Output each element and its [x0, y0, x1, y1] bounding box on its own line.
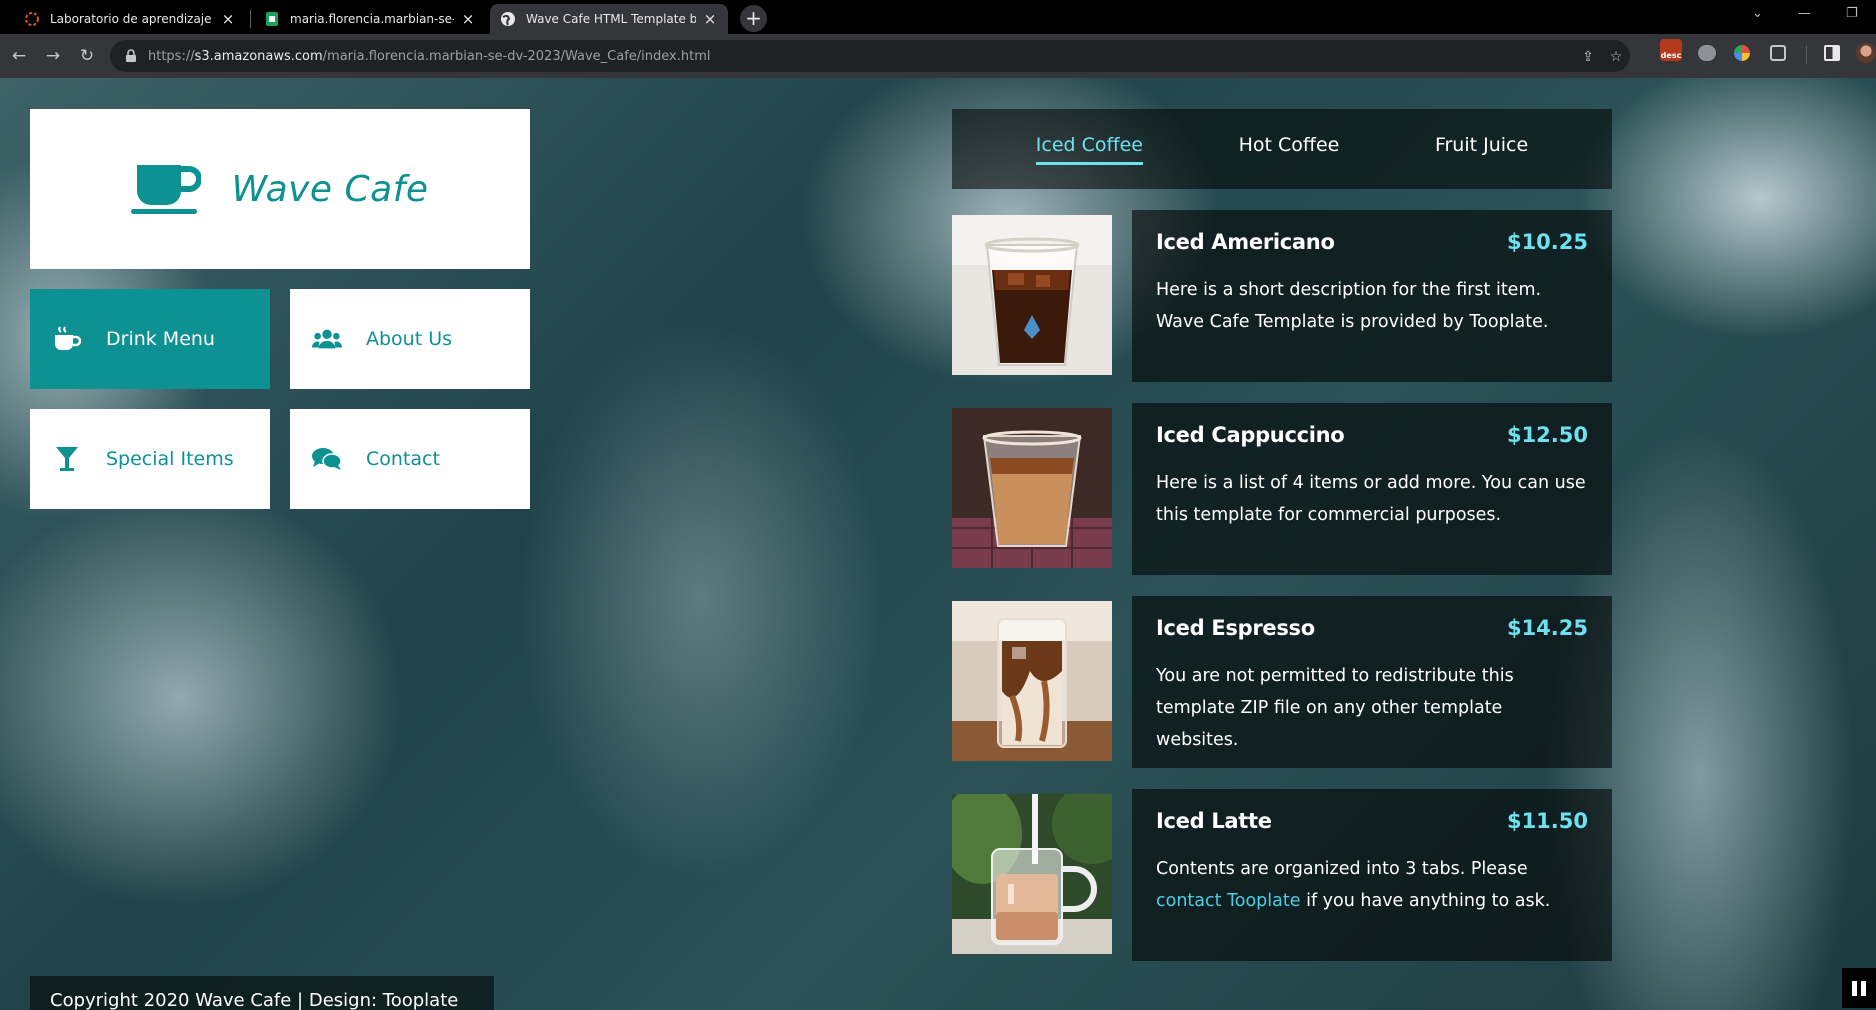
page-viewport: Wave Cafe Drink Menu About Us Special It…: [0, 78, 1876, 1010]
nav-label: Drink Menu: [106, 328, 215, 350]
comments-icon: [312, 446, 342, 472]
nav-label: Contact: [366, 448, 440, 470]
share-icon[interactable]: ⇪: [1580, 49, 1596, 65]
tab-title: Laboratorio de aprendizaje: [50, 12, 212, 26]
site-logo[interactable]: Wave Cafe: [30, 109, 530, 269]
tab-title: maria.florencia.marbian-se-dv-2: [290, 12, 454, 26]
forward-icon[interactable]: →: [42, 45, 64, 67]
users-icon: [312, 326, 342, 352]
logo-title: Wave Cafe: [231, 168, 429, 210]
item-name: Iced Latte: [1156, 809, 1272, 833]
browser-toolbar: ← → ↻ https://s3.amazonaws.com/maria.flo…: [0, 34, 1876, 78]
avatar[interactable]: [1856, 43, 1876, 63]
item-price: $14.25: [1506, 616, 1588, 640]
item-name: Iced Cappuccino: [1156, 423, 1345, 447]
close-icon[interactable]: ×: [460, 11, 476, 27]
extension-desc-icon[interactable]: desc: [1660, 39, 1682, 61]
iced-espresso-image: [952, 601, 1112, 761]
item-description: You are not permitted to redistribute th…: [1156, 666, 1514, 750]
iced-americano-image: [952, 215, 1112, 375]
item-price: $11.50: [1506, 809, 1588, 833]
nav-contact[interactable]: Contact: [290, 409, 530, 509]
globe-icon: [500, 11, 516, 27]
nav-drink-menu[interactable]: Drink Menu: [30, 289, 270, 389]
nav-label: About Us: [366, 328, 453, 350]
extensions-puzzle-icon[interactable]: [1770, 45, 1786, 61]
close-icon[interactable]: ×: [702, 11, 718, 27]
extension-color-icon[interactable]: [1734, 45, 1750, 61]
url-text: https://s3.amazonaws.com/maria.florencia…: [148, 48, 711, 64]
video-pause-button[interactable]: [1842, 968, 1876, 1008]
site-footer: Copyright 2020 Wave Cafe | Design: Toopl…: [30, 976, 494, 1010]
menu-item: Iced Cappuccino $12.50 Here is a list of…: [1132, 403, 1612, 575]
nav-special-items[interactable]: Special Items: [30, 409, 270, 509]
address-bar[interactable]: https://s3.amazonaws.com/maria.florencia…: [110, 40, 1630, 72]
item-description: Contents are organized into 3 tabs. Plea…: [1156, 859, 1551, 911]
lock-icon: [126, 49, 136, 62]
menu-item: Iced Espresso $14.25 You are not permitt…: [1132, 596, 1612, 768]
reload-icon[interactable]: ↻: [76, 45, 98, 67]
restore-icon[interactable]: ❐: [1846, 6, 1858, 21]
spinner-icon: [24, 11, 40, 27]
item-price: $12.50: [1506, 423, 1588, 447]
menu-item: Iced Americano $10.25 Here is a short de…: [1132, 210, 1612, 382]
coffee-cup-icon: [131, 165, 202, 214]
menu-item: Iced Latte $11.50 Contents are organized…: [1132, 789, 1612, 961]
minimize-icon[interactable]: —: [1798, 6, 1811, 21]
tab-title: Wave Cafe HTML Template by T: [526, 12, 696, 26]
contact-tooplate-link[interactable]: contact Tooplate: [1156, 891, 1301, 911]
nav-label: Special Items: [106, 448, 234, 470]
item-price: $10.25: [1506, 230, 1588, 254]
extension-mask-icon[interactable]: [1698, 45, 1716, 61]
nav-about-us[interactable]: About Us: [290, 289, 530, 389]
tab-search-icon[interactable]: ⌄: [1752, 6, 1763, 21]
iced-cappuccino-image: [952, 408, 1112, 568]
close-icon[interactable]: ×: [220, 11, 236, 27]
tab-iced-coffee[interactable]: Iced Coffee: [1035, 134, 1143, 165]
mug-icon: [52, 326, 82, 352]
item-description: Here is a short description for the firs…: [1156, 280, 1549, 332]
item-name: Iced Espresso: [1156, 616, 1315, 640]
browser-tab-lab[interactable]: Laboratorio de aprendizaje ×: [14, 4, 246, 34]
star-icon[interactable]: ☆: [1608, 49, 1624, 65]
new-tab-button[interactable]: +: [740, 5, 767, 32]
cocktail-glass-icon: [52, 446, 82, 472]
side-panel-icon[interactable]: [1824, 45, 1840, 61]
tab-hot-coffee[interactable]: Hot Coffee: [1239, 134, 1340, 165]
tab-fruit-juice[interactable]: Fruit Juice: [1435, 134, 1528, 165]
back-icon[interactable]: ←: [8, 45, 30, 67]
browser-tab-wave-cafe[interactable]: Wave Cafe HTML Template by T ×: [490, 4, 728, 34]
item-name: Iced Americano: [1156, 230, 1335, 254]
browser-tab-strip: Laboratorio de aprendizaje × maria.flore…: [0, 0, 1876, 34]
item-description: Here is a list of 4 items or add more. Y…: [1156, 473, 1586, 525]
iced-latte-image: [952, 794, 1112, 954]
drink-category-tabs: Iced Coffee Hot Coffee Fruit Juice: [952, 109, 1612, 189]
browser-tab-sheet[interactable]: maria.florencia.marbian-se-dv-2 ×: [254, 4, 486, 34]
sheet-icon: [264, 11, 280, 27]
